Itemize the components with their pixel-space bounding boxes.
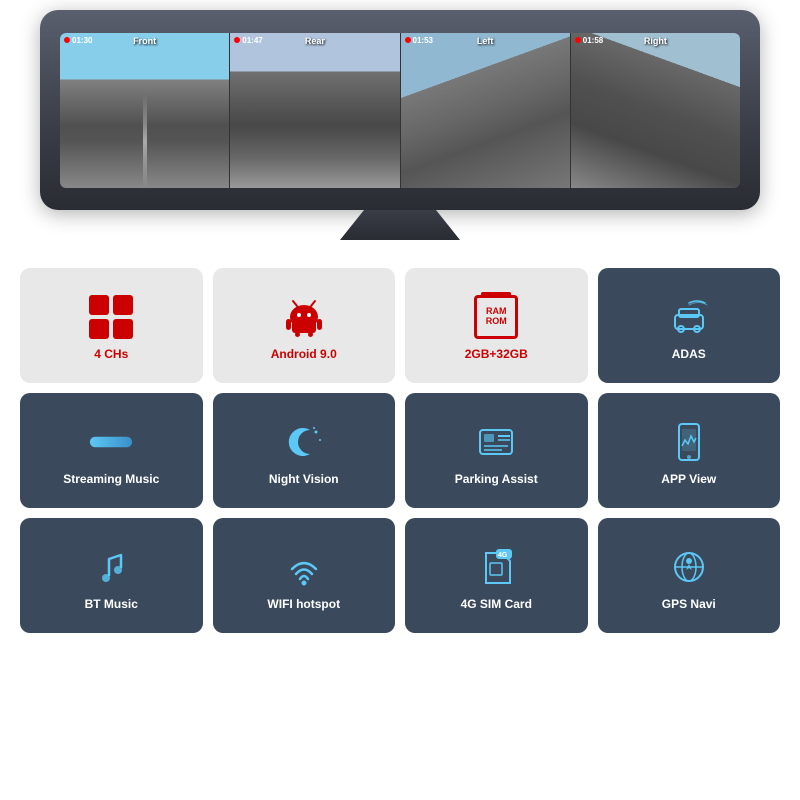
wifi-icon [282,545,326,589]
adas-icon [667,295,711,339]
feature-android-label: Android 9.0 [271,347,337,361]
cam-front-label: Front [133,36,156,46]
cam-left-time: 01:53 [413,36,433,45]
bt-icon [89,545,133,589]
cam-right-rec: 01:58 [575,36,603,45]
feature-night-label: Night Vision [269,472,339,486]
feature-4chs: 4 CHs [20,268,203,383]
cam-right: 01:58 Right [571,33,740,188]
features-grid: 4 CHs Android 9.0 RAMROM 2GB+32GB [20,268,780,633]
feature-app-label: APP View [661,472,716,486]
feature-parking-label: Parking Assist [455,472,538,486]
app-icon [667,420,711,464]
dashboard-device: 01:30 Front 01:47 Rear 01:53 Left [40,10,760,210]
cam-rear-rec: 01:47 [234,36,262,45]
streaming-icon [89,420,133,464]
feature-adas-label: ADAS [672,347,706,361]
cam-rear: 01:47 Rear [230,33,400,188]
rec-dot-right [575,37,581,43]
rec-dot-left [405,37,411,43]
dashboard-stand [340,210,460,240]
android-icon [282,295,326,339]
cam-front-time: 01:30 [72,36,92,45]
parking-icon [474,420,518,464]
feature-streaming-label: Streaming Music [63,472,159,486]
cam-left-label: Left [477,36,494,46]
cam-right-time: 01:58 [583,36,603,45]
feature-parking: Parking Assist [405,393,588,508]
4g-icon: 4G [474,545,518,589]
cam-rear-label: Rear [305,36,325,46]
cam-right-label: Right [644,36,667,46]
feature-ram-label: 2GB+32GB [465,347,528,361]
screen: 01:30 Front 01:47 Rear 01:53 Left [60,33,740,188]
ram-text: RAMROM [486,307,507,327]
feature-gps-label: GPS Navi [662,597,716,611]
feature-app: APP View [598,393,781,508]
cam-front: 01:30 Front [60,33,230,188]
feature-night: Night Vision [213,393,396,508]
cam-rear-time: 01:47 [242,36,262,45]
cam-left: 01:53 Left [401,33,571,188]
cam-left-rec: 01:53 [405,36,433,45]
4ch-icon [89,295,133,339]
ram-icon: RAMROM [474,295,518,339]
feature-wifi: WIFI hotspot [213,518,396,633]
feature-adas: ADAS [598,268,781,383]
rec-dot-rear [234,37,240,43]
rec-dot-front [64,37,70,43]
cam-front-rec: 01:30 [64,36,92,45]
gps-icon [667,545,711,589]
feature-4g-label: 4G SIM Card [461,597,532,611]
feature-android: Android 9.0 [213,268,396,383]
feature-wifi-label: WIFI hotspot [267,597,340,611]
feature-bt: BT Music [20,518,203,633]
feature-ram: RAMROM 2GB+32GB [405,268,588,383]
feature-bt-label: BT Music [85,597,138,611]
feature-4g: 4G 4G SIM Card [405,518,588,633]
feature-4chs-label: 4 CHs [94,347,128,361]
svg-text:4G: 4G [498,552,508,559]
feature-gps: GPS Navi [598,518,781,633]
dashboard-section: 01:30 Front 01:47 Rear 01:53 Left [20,10,780,210]
feature-streaming: Streaming Music [20,393,203,508]
night-icon [282,420,326,464]
